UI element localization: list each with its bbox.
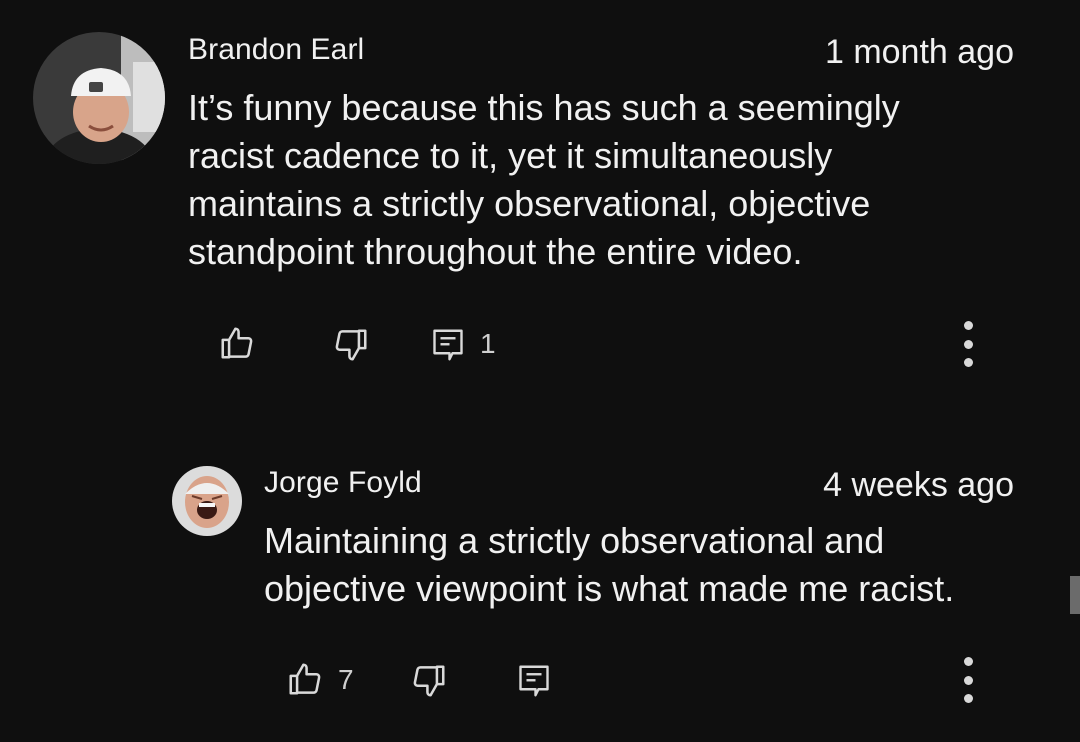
more-vertical-icon bbox=[963, 694, 973, 703]
thumbs-up-icon bbox=[289, 663, 321, 695]
more-vertical-icon bbox=[963, 675, 973, 685]
reply-comment-icon bbox=[519, 665, 549, 697]
thumbs-down-icon bbox=[413, 665, 445, 697]
more-vertical-icon bbox=[963, 339, 973, 349]
comment-line: It’s funny because this has such a seemi… bbox=[188, 87, 900, 128]
comment-line: racist cadence to it, yet it simultaneou… bbox=[188, 135, 833, 176]
reply-text: Maintaining a strictly observational and… bbox=[264, 517, 954, 613]
more-options-button[interactable] bbox=[958, 321, 978, 367]
like-button[interactable] bbox=[286, 660, 324, 698]
more-options-button[interactable] bbox=[958, 657, 978, 703]
reply-line: Maintaining a strictly observational and bbox=[264, 520, 885, 561]
reply-timestamp: 4 weeks ago bbox=[823, 466, 1014, 504]
user-avatar-icon bbox=[33, 32, 165, 164]
user-avatar-icon bbox=[172, 466, 242, 536]
more-vertical-icon bbox=[963, 321, 973, 330]
comment-author[interactable]: Brandon Earl bbox=[188, 33, 364, 67]
reply-count[interactable]: 1 bbox=[480, 328, 496, 360]
thumbs-up-icon bbox=[221, 327, 253, 359]
reply-line: objective viewpoint is what made me raci… bbox=[264, 568, 955, 609]
reply-button[interactable] bbox=[516, 662, 552, 700]
comment-timestamp: 1 month ago bbox=[824, 33, 1014, 71]
reply-comment-icon bbox=[433, 329, 463, 361]
thumbs-down-icon bbox=[335, 329, 367, 361]
reply-author[interactable]: Jorge Foyld bbox=[264, 466, 422, 500]
comment-line: standpoint throughout the entire video. bbox=[188, 231, 803, 272]
comments-view: Brandon Earl 1 month ago It’s funny beca… bbox=[0, 0, 1080, 742]
dislike-button[interactable] bbox=[332, 326, 370, 364]
more-vertical-icon bbox=[963, 657, 973, 666]
avatar[interactable] bbox=[33, 32, 165, 164]
avatar[interactable] bbox=[172, 466, 242, 536]
like-button[interactable] bbox=[218, 324, 256, 362]
comment-text: It’s funny because this has such a seemi… bbox=[188, 84, 900, 276]
scrollbar-thumb[interactable] bbox=[1070, 576, 1080, 614]
more-vertical-icon bbox=[963, 358, 973, 367]
reply-button[interactable] bbox=[430, 326, 466, 364]
comment-line: maintains a strictly observational, obje… bbox=[188, 183, 871, 224]
like-count: 7 bbox=[338, 664, 354, 695]
dislike-button[interactable] bbox=[410, 662, 448, 700]
